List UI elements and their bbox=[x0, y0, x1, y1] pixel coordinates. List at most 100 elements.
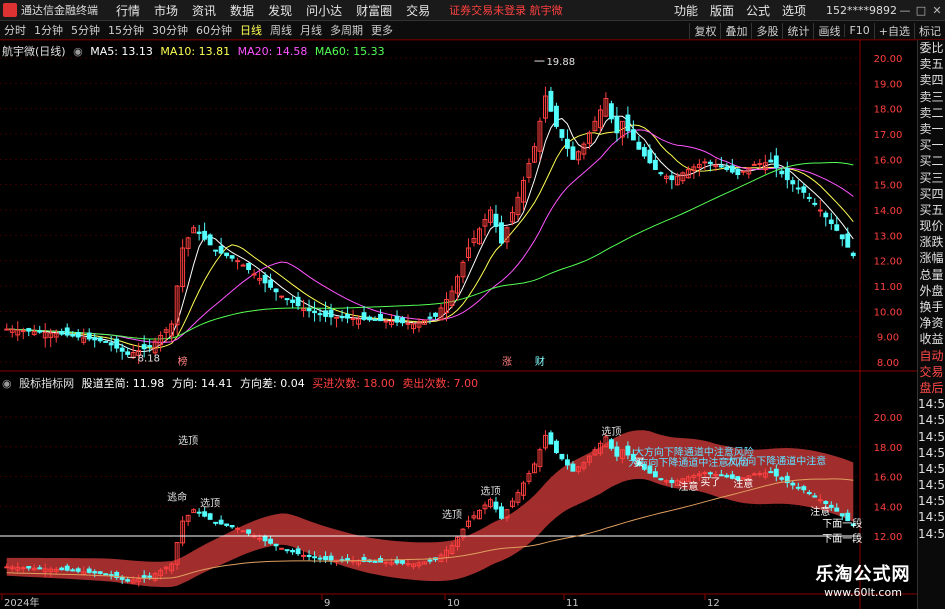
tool-f10[interactable]: F10 bbox=[844, 24, 873, 37]
side-item[interactable]: 总量 bbox=[918, 267, 945, 283]
side-item[interactable]: 卖五 bbox=[918, 56, 945, 72]
indicator-candle-body bbox=[625, 445, 631, 456]
indicator-candle-body bbox=[284, 549, 290, 552]
side-item[interactable]: 换手 bbox=[918, 299, 945, 315]
menu-hangqing[interactable]: 行情 bbox=[109, 2, 147, 19]
indicator-candle-body bbox=[405, 563, 411, 566]
candle-body bbox=[493, 213, 499, 227]
side-item[interactable]: 卖四 bbox=[918, 72, 945, 88]
side-item[interactable]: 卖一 bbox=[918, 121, 945, 137]
indicator-annotation: 下面一段 bbox=[822, 532, 862, 545]
side-item[interactable]: 收益 bbox=[918, 331, 945, 347]
indicator-candle-body bbox=[570, 463, 576, 472]
side-item[interactable]: 14:56 bbox=[918, 509, 945, 525]
tool-biaoji[interactable]: 标记 bbox=[914, 22, 945, 39]
period-1min[interactable]: 1分钟 bbox=[30, 22, 67, 38]
menu-caifuquan[interactable]: 财富圈 bbox=[349, 2, 399, 19]
period-multi[interactable]: 多周期 bbox=[326, 22, 367, 38]
side-item[interactable]: 买二 bbox=[918, 153, 945, 169]
side-item[interactable]: 买四 bbox=[918, 186, 945, 202]
candle-body bbox=[323, 310, 328, 317]
tool-add-watchlist[interactable]: +自选 bbox=[873, 22, 914, 39]
chart-area[interactable]: 19.88 8.18 榜涨财选顶 逃命 选顶 选顶 选顶 选顶 大方向下降通道中注意风险 大方向下… bbox=[0, 40, 917, 609]
menu-shichang[interactable]: 市场 bbox=[147, 2, 185, 19]
period-15min[interactable]: 15分钟 bbox=[104, 22, 148, 38]
indicator-candle-body bbox=[317, 557, 323, 560]
side-item[interactable]: 买五 bbox=[918, 202, 945, 218]
indicator-candle-body bbox=[839, 513, 845, 517]
indicator-annotation: 下面一段 bbox=[822, 517, 862, 530]
side-item[interactable]: 14:56 bbox=[918, 477, 945, 493]
tool-duogu[interactable]: 多股 bbox=[751, 22, 782, 39]
side-item[interactable]: 涨幅 bbox=[918, 250, 945, 266]
side-item[interactable]: 自动 bbox=[918, 348, 945, 364]
side-item[interactable]: 买三 bbox=[918, 170, 945, 186]
side-item[interactable]: 交易 bbox=[918, 364, 945, 380]
period-5min[interactable]: 5分钟 bbox=[67, 22, 104, 38]
side-item[interactable]: 现价 bbox=[918, 218, 945, 234]
candles bbox=[4, 86, 856, 365]
side-item[interactable]: 盘后 bbox=[918, 380, 945, 396]
period-weekly[interactable]: 周线 bbox=[266, 22, 296, 38]
menu-xuanxiang[interactable]: 选项 bbox=[776, 2, 812, 19]
tool-tongji[interactable]: 统计 bbox=[782, 22, 813, 39]
indicator-candle-body bbox=[427, 559, 433, 562]
side-item[interactable]: 卖二 bbox=[918, 105, 945, 121]
indicator-candle-body bbox=[141, 575, 147, 579]
candle-body bbox=[834, 224, 840, 231]
menu-wenxiaoda[interactable]: 问小达 bbox=[299, 2, 349, 19]
tool-diejia[interactable]: 叠加 bbox=[720, 22, 751, 39]
indicator-candle-body bbox=[312, 556, 317, 559]
menu-gongshi[interactable]: 公式 bbox=[740, 2, 776, 19]
menu-banmian[interactable]: 版面 bbox=[704, 2, 740, 19]
side-item[interactable]: 14:56 bbox=[918, 396, 945, 412]
indicator-candle-body bbox=[779, 477, 785, 480]
candle-body bbox=[768, 159, 774, 163]
period-monthly[interactable]: 月线 bbox=[296, 22, 326, 38]
side-item[interactable]: 买一 bbox=[918, 137, 945, 153]
menu-gongneng[interactable]: 功能 bbox=[668, 2, 704, 19]
candle-body bbox=[103, 340, 109, 343]
minimize-icon[interactable]: — bbox=[897, 4, 913, 17]
period-more[interactable]: 更多 bbox=[367, 22, 397, 38]
menu-shuju[interactable]: 数据 bbox=[223, 2, 261, 19]
settings-circle-icon[interactable]: ◉ bbox=[73, 45, 83, 58]
side-item[interactable]: 14:56 bbox=[918, 493, 945, 509]
price-axis-tick: 12.00 bbox=[874, 257, 903, 268]
menu-faxian[interactable]: 发现 bbox=[261, 2, 299, 19]
side-item[interactable]: 卖三 bbox=[918, 89, 945, 105]
indicator-candle-body bbox=[295, 548, 301, 555]
indicator-candle-body bbox=[224, 523, 230, 526]
settings-circle-icon[interactable]: ◉ bbox=[2, 377, 12, 390]
side-item[interactable]: 14:56 bbox=[918, 429, 945, 445]
menu-jiaoyi[interactable]: 交易 bbox=[399, 2, 437, 19]
period-daily[interactable]: 日线 bbox=[236, 22, 266, 38]
period-30min[interactable]: 30分钟 bbox=[148, 22, 192, 38]
side-item[interactable]: 外盘 bbox=[918, 283, 945, 299]
candle-body bbox=[647, 149, 653, 164]
candlestick-chart[interactable]: 19.888.18 榜涨财选顶逃命选顶选顶选顶选顶大方向下降通道中注意风险大方向下… bbox=[0, 40, 917, 609]
side-item[interactable]: 14:56 bbox=[918, 445, 945, 461]
price-axis-tick: 16.00 bbox=[874, 155, 903, 166]
side-item[interactable]: 涨跌 bbox=[918, 234, 945, 250]
indicator-candle-body bbox=[812, 495, 818, 498]
candle-body bbox=[724, 166, 730, 170]
candle-body bbox=[718, 165, 724, 168]
period-60min[interactable]: 60分钟 bbox=[192, 22, 236, 38]
period-fenshi[interactable]: 分时 bbox=[0, 22, 30, 38]
side-item[interactable]: 委比 bbox=[918, 40, 945, 56]
candle-body bbox=[570, 146, 576, 160]
side-item[interactable]: 14:56 bbox=[918, 526, 945, 542]
close-icon[interactable]: ✕ bbox=[929, 4, 945, 17]
side-item[interactable]: 14:56 bbox=[918, 412, 945, 428]
trade-login-alert[interactable]: 证券交易未登录 航宇微 bbox=[449, 2, 563, 18]
tool-huaxian[interactable]: 画线 bbox=[813, 22, 844, 39]
side-item[interactable]: 14:56 bbox=[918, 461, 945, 477]
side-item[interactable]: 净资 bbox=[918, 315, 945, 331]
user-account[interactable]: 152****9892 bbox=[826, 4, 897, 17]
watermark-url: www.60lt.com bbox=[824, 586, 902, 599]
menu-zixun[interactable]: 资讯 bbox=[185, 2, 223, 19]
tool-fuquan[interactable]: 复权 bbox=[689, 22, 720, 39]
maximize-icon[interactable]: □ bbox=[913, 4, 929, 17]
indicator-candle-body bbox=[323, 556, 328, 561]
